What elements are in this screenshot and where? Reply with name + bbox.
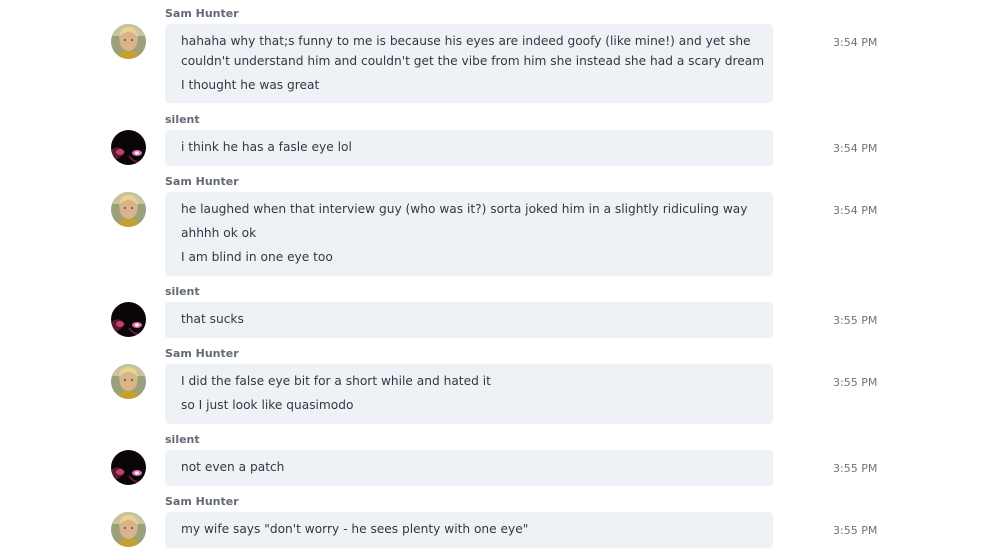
avatar-silent[interactable]: [111, 130, 146, 165]
message-timestamp: 3:55 PM: [833, 462, 878, 475]
message-bubble[interactable]: hahaha why that;s funny to me is because…: [165, 24, 773, 103]
message-text: he laughed when that interview guy (who …: [181, 202, 748, 216]
sender-name[interactable]: Sam Hunter: [165, 347, 239, 361]
message-text: I did the false eye bit for a short whil…: [181, 374, 491, 388]
message-text: I thought he was great: [181, 78, 320, 92]
message-text: so I just look like quasimodo: [181, 398, 354, 412]
silent-avatar-icon: [111, 450, 146, 485]
avatar-sam-hunter[interactable]: [111, 192, 146, 227]
message-group: Sam Hunter he laughed when that intervie…: [0, 175, 982, 280]
message-text: hahaha why that;s funny to me is because…: [181, 34, 751, 48]
message-group: Sam Hunter hahaha why that;s funny to me…: [0, 7, 982, 107]
message-timestamp: 3:54 PM: [833, 204, 878, 217]
message-bubble[interactable]: not even a patch: [165, 450, 773, 486]
avatar-sam-hunter[interactable]: [111, 512, 146, 547]
silent-avatar-icon: [111, 130, 146, 165]
message-group: Sam Hunter my wife says "don't worry - h…: [0, 495, 982, 555]
silent-avatar-icon: [111, 302, 146, 337]
message-text: couldn't understand him and couldn't get…: [181, 54, 765, 68]
avatar-sam-hunter[interactable]: [111, 364, 146, 399]
message-text: ahhhh ok ok: [181, 226, 257, 240]
message-group: Sam Hunter I did the false eye bit for a…: [0, 347, 982, 427]
message-text: i think he has a fasle eye lol: [181, 140, 352, 154]
avatar-silent[interactable]: [111, 450, 146, 485]
message-group: silent that sucks 3:55 PM: [0, 285, 982, 340]
message-bubble[interactable]: i think he has a fasle eye lol: [165, 130, 773, 166]
message-timestamp: 3:54 PM: [833, 142, 878, 155]
message-timestamp: 3:55 PM: [833, 314, 878, 327]
sender-name[interactable]: Sam Hunter: [165, 495, 239, 509]
sender-name[interactable]: Sam Hunter: [165, 7, 239, 21]
sam-avatar-icon: [111, 192, 146, 227]
sender-name[interactable]: silent: [165, 285, 200, 299]
message-timestamp: 3:55 PM: [833, 524, 878, 537]
chat-history: Sam Hunter hahaha why that;s funny to me…: [0, 0, 982, 560]
sam-avatar-icon: [111, 512, 146, 547]
avatar-silent[interactable]: [111, 302, 146, 337]
sender-name[interactable]: Sam Hunter: [165, 175, 239, 189]
message-bubble[interactable]: that sucks: [165, 302, 773, 338]
message-text: my wife says "don't worry - he sees plen…: [181, 522, 529, 536]
message-group: silent not even a patch 3:55 PM: [0, 433, 982, 488]
message-bubble[interactable]: he laughed when that interview guy (who …: [165, 192, 773, 276]
message-text: I am blind in one eye too: [181, 250, 333, 264]
sam-avatar-icon: [111, 364, 146, 399]
message-bubble[interactable]: I did the false eye bit for a short whil…: [165, 364, 773, 424]
message-bubble[interactable]: my wife says "don't worry - he sees plen…: [165, 512, 773, 548]
message-text: that sucks: [181, 312, 244, 326]
avatar-sam-hunter[interactable]: [111, 24, 146, 59]
sam-avatar-icon: [111, 24, 146, 59]
message-timestamp: 3:54 PM: [833, 36, 878, 49]
sender-name[interactable]: silent: [165, 113, 200, 127]
sender-name[interactable]: silent: [165, 433, 200, 447]
message-group: silent i think he has a fasle eye lol 3:…: [0, 113, 982, 168]
message-timestamp: 3:55 PM: [833, 376, 878, 389]
message-text: not even a patch: [181, 460, 285, 474]
